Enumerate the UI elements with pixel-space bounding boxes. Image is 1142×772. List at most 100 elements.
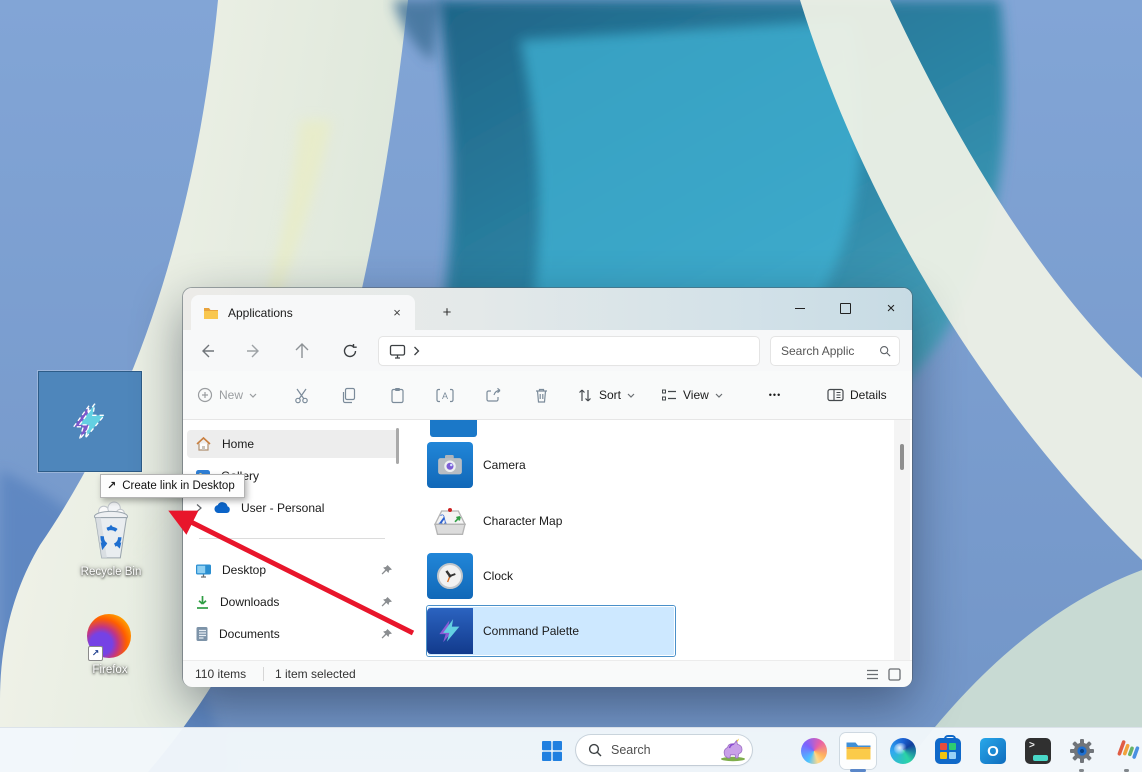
- taskbar-app-settings[interactable]: [1064, 733, 1100, 769]
- search-input[interactable]: [779, 343, 875, 359]
- address-bar[interactable]: [379, 337, 759, 365]
- command-palette-icon: [67, 399, 113, 445]
- title-bar[interactable]: Applications × + ×: [183, 288, 912, 330]
- navigation-bar: [183, 330, 912, 371]
- character-map-icon: λ: [430, 504, 470, 538]
- clock-tile: [427, 553, 473, 599]
- sidebar-item-label: Desktop: [222, 563, 266, 577]
- tab-applications[interactable]: Applications ×: [191, 295, 415, 330]
- new-tab-button[interactable]: +: [435, 301, 459, 325]
- terminal-icon: >: [1025, 738, 1051, 764]
- outlook-icon: O: [980, 738, 1006, 764]
- taskbar-app-copilot[interactable]: [796, 733, 832, 769]
- thumbnail-view-icon: [888, 668, 901, 681]
- taskbar-app-terminal[interactable]: >: [1020, 733, 1056, 769]
- sort-button[interactable]: Sort: [577, 381, 635, 409]
- file-item-partial[interactable]: [430, 420, 477, 437]
- store-icon: [935, 738, 961, 764]
- paste-button[interactable]: [383, 381, 411, 409]
- back-button[interactable]: [194, 338, 220, 364]
- taskbar: O >: [0, 727, 1142, 772]
- pin-icon: [380, 628, 393, 641]
- view-button[interactable]: View: [661, 381, 723, 409]
- copy-button[interactable]: [335, 381, 363, 409]
- pin-icon: [380, 564, 393, 577]
- breadcrumb-chevron-icon: [413, 346, 420, 356]
- cut-icon: [293, 387, 310, 404]
- unicorn-icon: [718, 738, 748, 762]
- command-palette-drag-tile[interactable]: [38, 371, 142, 472]
- file-item-camera[interactable]: Camera: [427, 442, 675, 488]
- desktop-icon-label: Recycle Bin: [81, 566, 142, 578]
- delete-button[interactable]: [527, 381, 555, 409]
- list-view-toggle[interactable]: [863, 665, 881, 683]
- file-item-clock[interactable]: Clock: [427, 553, 675, 599]
- sidebar-scrollbar[interactable]: [396, 428, 399, 464]
- trash-icon: [534, 387, 549, 404]
- maximize-button[interactable]: [825, 293, 865, 323]
- drag-tooltip: ↗ Create link in Desktop: [100, 474, 245, 498]
- search-icon: [879, 344, 891, 358]
- view-label: View: [683, 388, 709, 402]
- minimize-button[interactable]: [780, 293, 820, 323]
- sort-label: Sort: [599, 388, 621, 402]
- taskbar-app-outlook[interactable]: O: [975, 733, 1011, 769]
- chevron-down-icon: [249, 393, 257, 398]
- desktop[interactable]: { "colors": { "accent": "#0067c0", "sele…: [0, 0, 1142, 772]
- shortcut-arrow-badge: ↗: [88, 646, 103, 661]
- taskbar-search-input[interactable]: [609, 742, 711, 758]
- start-button[interactable]: [534, 733, 570, 769]
- share-button[interactable]: [479, 381, 507, 409]
- sidebar-item-home[interactable]: Home: [187, 430, 399, 458]
- rename-button[interactable]: A: [431, 381, 459, 409]
- sidebar-item-label: Documents: [219, 627, 280, 641]
- taskbar-app-store[interactable]: [930, 733, 966, 769]
- tab-title: Applications: [228, 306, 293, 320]
- recycle-bin-icon: [82, 500, 140, 562]
- desktop-icon-label: Firefox: [92, 664, 127, 676]
- taskbar-app-colored-bars[interactable]: [1109, 733, 1142, 769]
- refresh-button[interactable]: [337, 338, 363, 364]
- file-explorer-icon: [845, 740, 872, 762]
- sidebar-item-documents[interactable]: Documents: [187, 620, 399, 648]
- file-label: Clock: [483, 569, 513, 583]
- desktop-icon-firefox[interactable]: ↗ Firefox: [62, 614, 158, 676]
- home-icon: [195, 436, 212, 452]
- copilot-icon: [801, 738, 827, 764]
- maximize-icon: [840, 303, 851, 314]
- new-label: New: [219, 388, 243, 402]
- taskbar-app-file-explorer[interactable]: [840, 733, 876, 769]
- cut-button[interactable]: [287, 381, 315, 409]
- sidebar-divider: [199, 538, 385, 539]
- list-scrollbar-thumb[interactable]: [900, 444, 904, 470]
- desktop-icon-recycle-bin[interactable]: Recycle Bin: [63, 500, 159, 578]
- file-item-character-map[interactable]: λ Character Map: [427, 498, 675, 544]
- up-icon: [294, 343, 310, 359]
- close-button[interactable]: ×: [871, 293, 911, 323]
- up-button[interactable]: [289, 338, 315, 364]
- settings-gear-icon: [1069, 738, 1095, 764]
- close-icon: ×: [887, 301, 896, 316]
- thumbnail-view-toggle[interactable]: [885, 665, 903, 683]
- sidebar-item-desktop[interactable]: Desktop: [187, 556, 399, 584]
- sidebar-item-user-personal[interactable]: User - Personal: [187, 494, 399, 522]
- forward-button[interactable]: [241, 338, 267, 364]
- refresh-icon: [342, 343, 358, 359]
- details-label: Details: [850, 388, 887, 402]
- clock-icon: [434, 560, 466, 592]
- camera-tile: [427, 442, 473, 488]
- new-button[interactable]: New: [197, 381, 257, 409]
- plus-circle-icon: [197, 387, 213, 403]
- copy-icon: [341, 387, 357, 404]
- sidebar-item-label: Downloads: [220, 595, 279, 609]
- command-palette-tile: [427, 608, 473, 654]
- sidebar-item-label: Home: [222, 437, 254, 451]
- tab-close-button[interactable]: ×: [385, 301, 409, 325]
- chevron-down-icon: [627, 393, 635, 398]
- chevron-down-icon: [715, 393, 723, 398]
- more-options-button[interactable]: •••: [761, 381, 789, 409]
- file-item-command-palette[interactable]: Command Palette: [427, 606, 675, 656]
- details-button[interactable]: Details: [827, 381, 887, 409]
- taskbar-app-edge[interactable]: [885, 733, 921, 769]
- sidebar-item-downloads[interactable]: Downloads: [187, 588, 399, 616]
